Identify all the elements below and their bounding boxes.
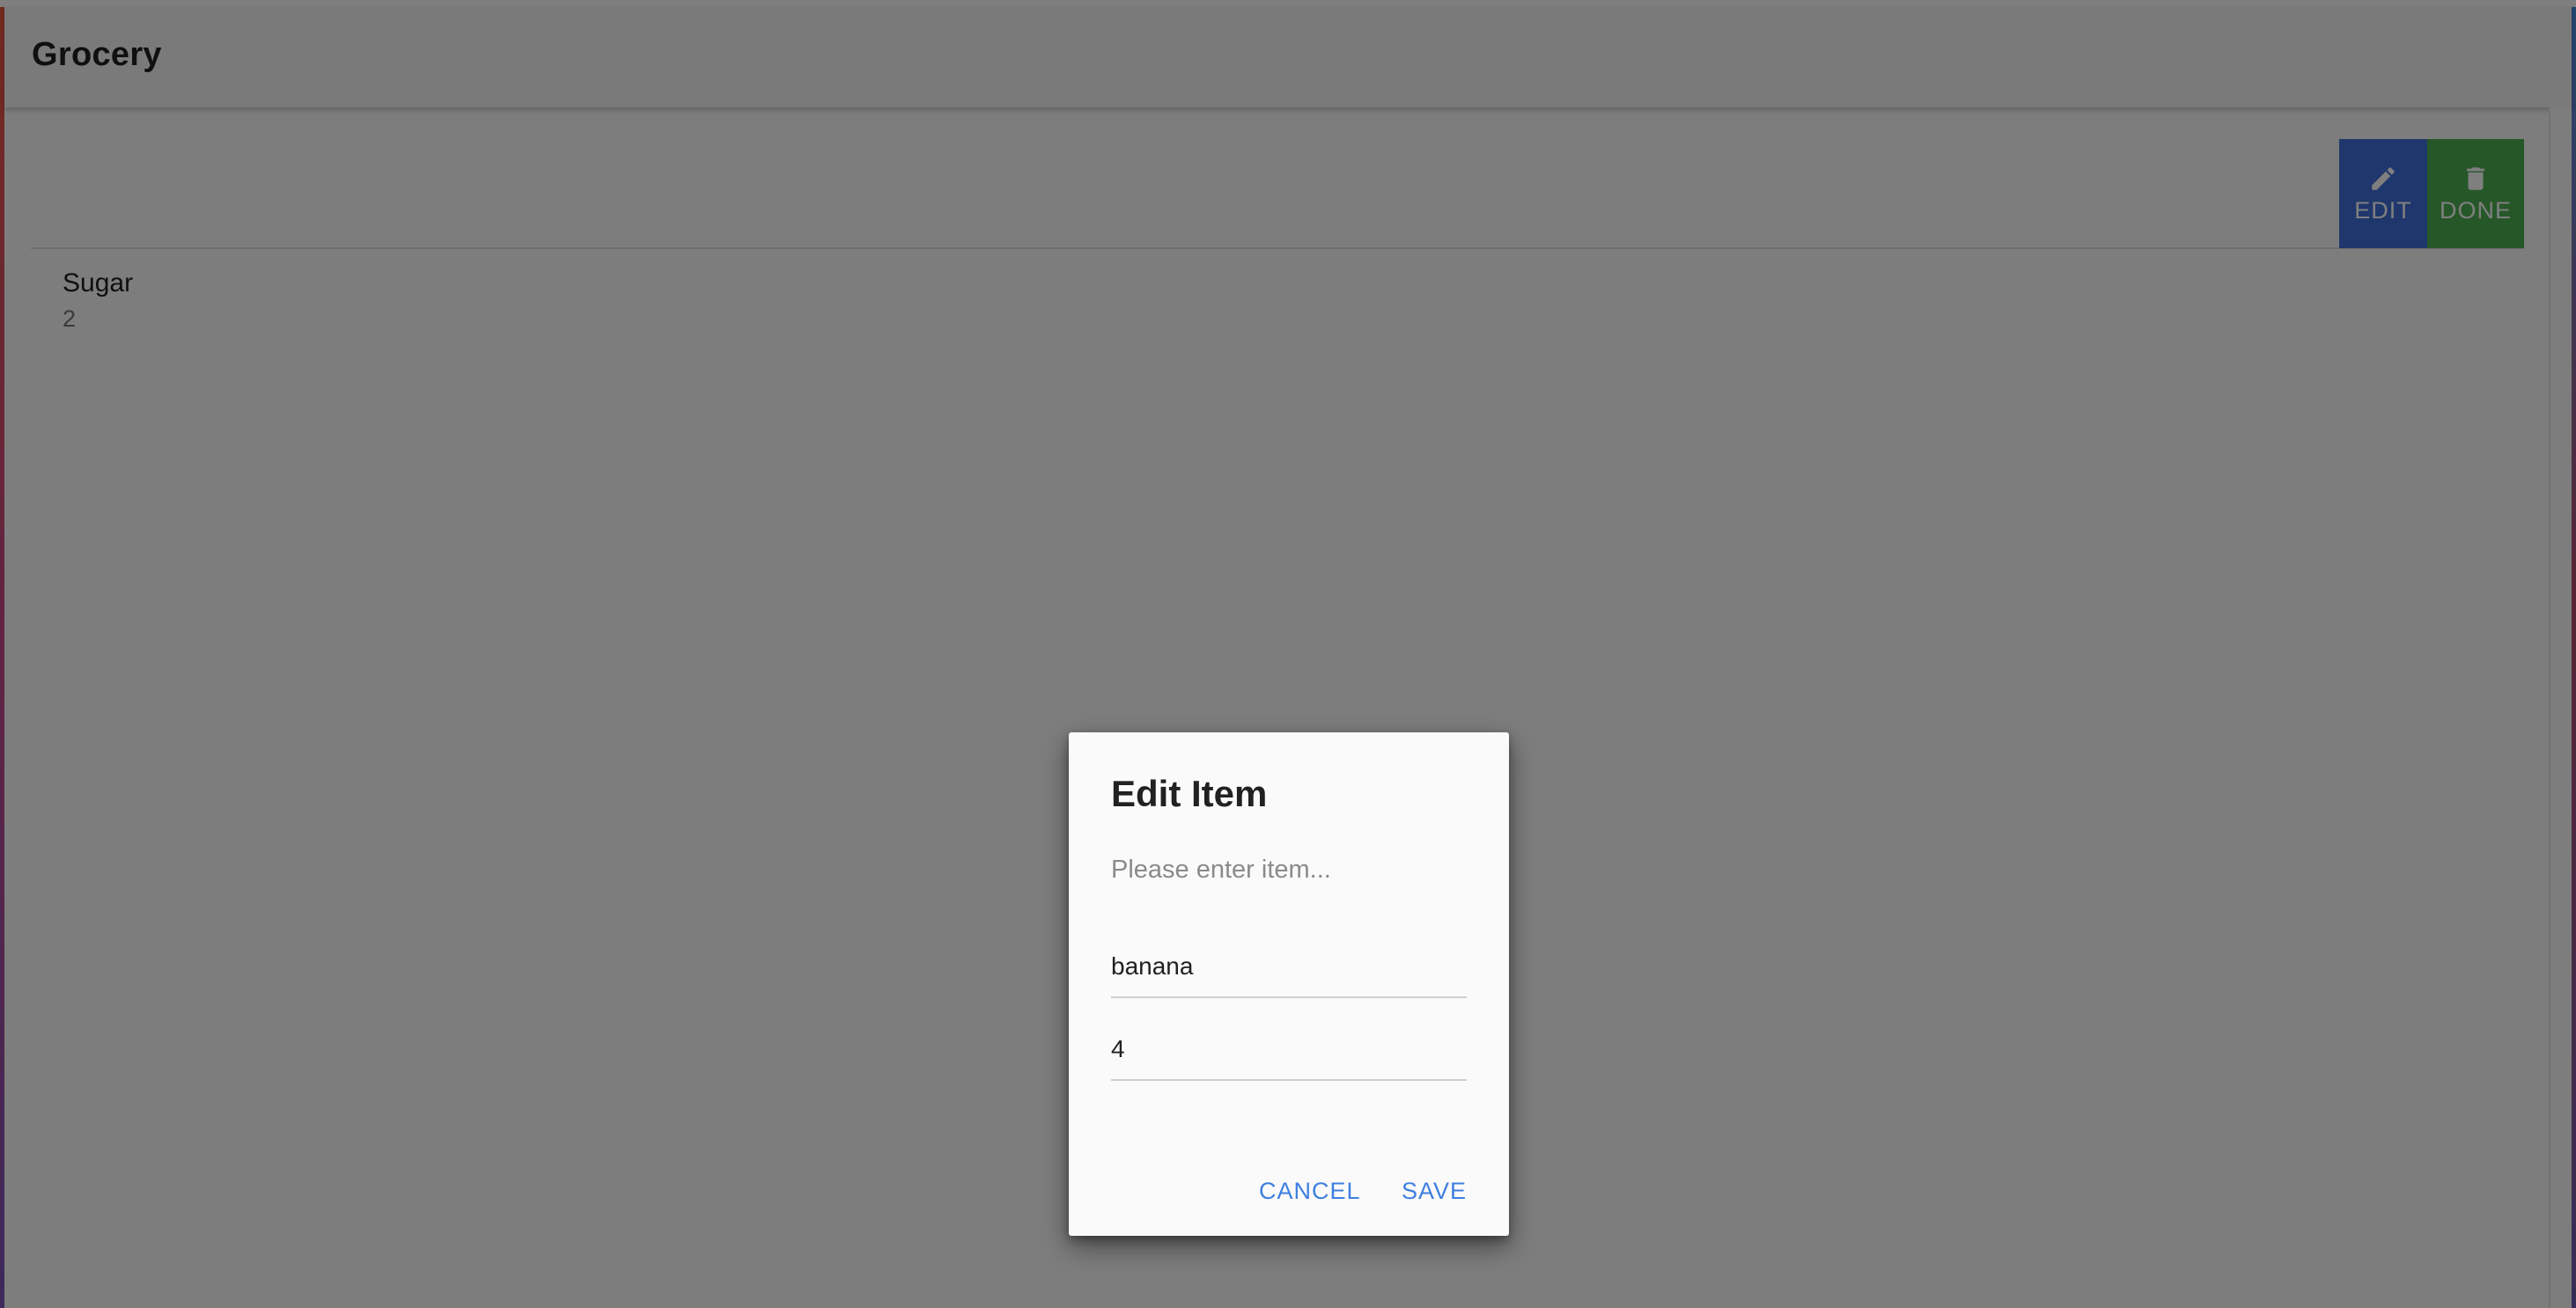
item-quantity-field xyxy=(1111,1026,1467,1081)
save-button[interactable]: SAVE xyxy=(1402,1169,1467,1213)
cancel-button[interactable]: CANCEL xyxy=(1259,1169,1361,1213)
item-name-input[interactable] xyxy=(1111,944,1467,981)
item-entry-input[interactable] xyxy=(1111,856,1484,885)
page: Grocery EDIT DONE Sugar 2 xyxy=(0,0,2576,1308)
item-quantity-input[interactable] xyxy=(1111,1026,1467,1063)
dialog-actions: CANCEL SAVE xyxy=(1069,1169,1509,1213)
item-entry-area xyxy=(1111,856,1484,935)
dialog-title: Edit Item xyxy=(1111,773,1268,814)
edit-item-dialog: Edit Item CANCEL SAVE xyxy=(1069,732,1509,1236)
item-name-field xyxy=(1111,944,1467,998)
